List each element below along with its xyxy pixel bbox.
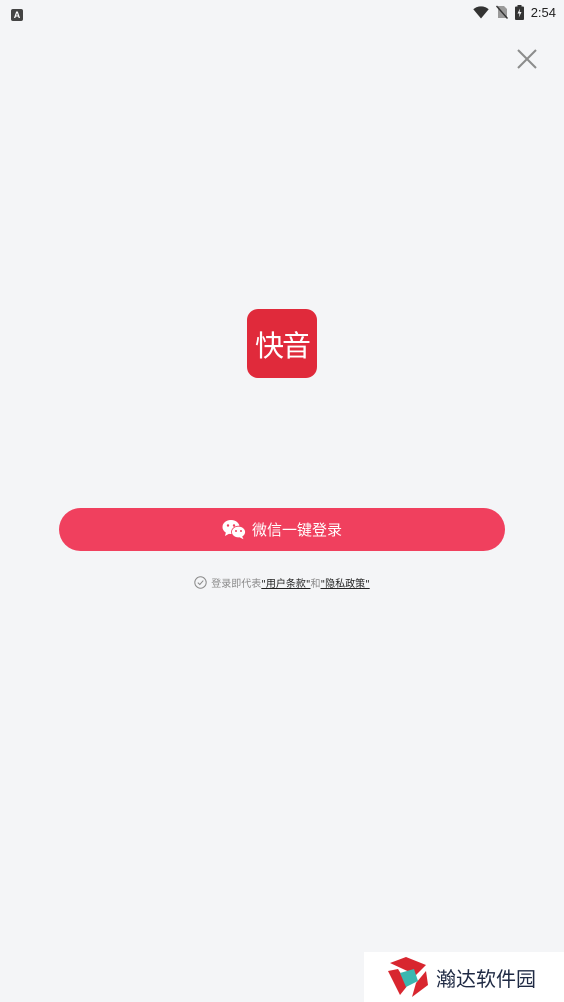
agreement-and: 和	[310, 578, 321, 590]
wechat-login-label: 微信一键登录	[251, 521, 342, 539]
wifi-icon	[472, 5, 489, 18]
check-circle-icon	[194, 575, 207, 589]
a-icon: A	[11, 8, 23, 21]
watermark-logo-icon	[388, 957, 428, 997]
wechat-login-button[interactable]: 微信一键登录	[59, 508, 505, 551]
privacy-link[interactable]: "隐私政策"	[321, 575, 370, 590]
wechat-icon	[222, 520, 246, 540]
terms-link[interactable]: "用户条款"	[261, 575, 310, 590]
status-bar-right: 2:54	[472, 4, 556, 20]
agreement-prefix: 登录即代表	[211, 578, 262, 590]
status-bar-left: A	[11, 3, 23, 22]
battery-charging-icon	[514, 4, 524, 20]
close-icon	[517, 49, 537, 69]
watermark-text: 瀚达软件园	[436, 966, 536, 991]
status-time: 2:54	[530, 4, 556, 20]
no-sim-icon	[495, 5, 508, 19]
agreement-checkbox[interactable]	[194, 575, 207, 589]
app-logo: 快音	[247, 309, 317, 378]
app-logo-text: 快音	[254, 328, 311, 363]
agreement-row: 登录即代表 "用户条款" 和 "隐私政策"	[0, 573, 564, 591]
watermark: 瀚达软件园	[364, 952, 564, 1002]
status-bar: A 2:54	[0, 0, 564, 24]
close-button[interactable]	[513, 45, 541, 73]
